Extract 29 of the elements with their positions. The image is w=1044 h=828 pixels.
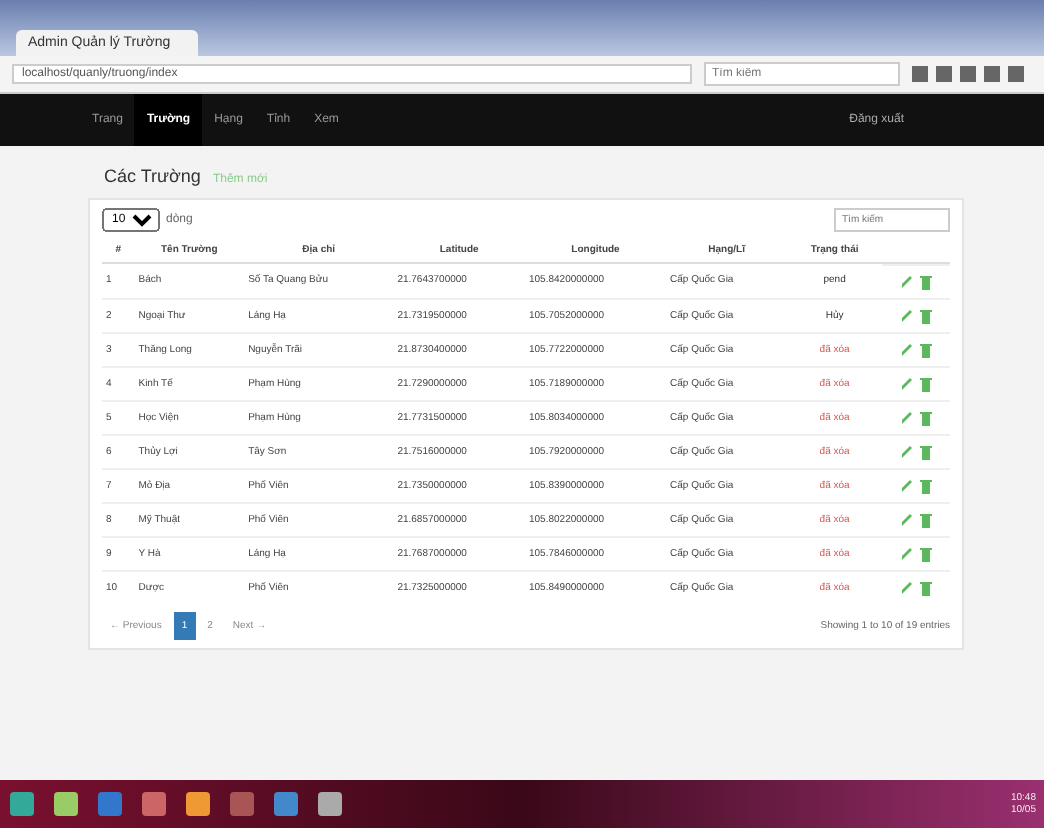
- taskbar-app-icon[interactable]: [316, 790, 344, 818]
- delete-icon[interactable]: [920, 444, 932, 460]
- taskbar-app-icon[interactable]: [96, 790, 124, 818]
- delete-icon[interactable]: [920, 512, 932, 528]
- delete-icon[interactable]: [920, 580, 932, 596]
- delete-icon[interactable]: [920, 478, 932, 494]
- edit-icon[interactable]: [900, 410, 914, 426]
- edit-icon[interactable]: [900, 274, 914, 290]
- delete-icon[interactable]: [920, 308, 932, 324]
- delete-icon[interactable]: [920, 410, 932, 426]
- edit-icon[interactable]: [900, 478, 914, 494]
- taskbar-app-icon[interactable]: [228, 790, 256, 818]
- edit-icon[interactable]: [900, 512, 914, 528]
- taskbar-app-icon[interactable]: [184, 790, 212, 818]
- edit-icon[interactable]: [900, 546, 914, 562]
- edit-icon[interactable]: [900, 376, 914, 392]
- taskbar-app-icon[interactable]: [52, 790, 80, 818]
- edit-icon[interactable]: [900, 308, 914, 324]
- taskbar-app-icon[interactable]: [8, 790, 36, 818]
- delete-icon[interactable]: [920, 342, 932, 358]
- edit-icon[interactable]: [900, 580, 914, 596]
- edit-icon[interactable]: [900, 444, 914, 460]
- delete-icon[interactable]: [920, 546, 932, 562]
- edit-icon[interactable]: [900, 342, 914, 358]
- taskbar-app-icon[interactable]: [140, 790, 168, 818]
- delete-icon[interactable]: [920, 274, 932, 290]
- delete-icon[interactable]: [920, 376, 932, 392]
- page-title: Các Trường: [104, 166, 201, 186]
- taskbar-app-icon[interactable]: [272, 790, 300, 818]
